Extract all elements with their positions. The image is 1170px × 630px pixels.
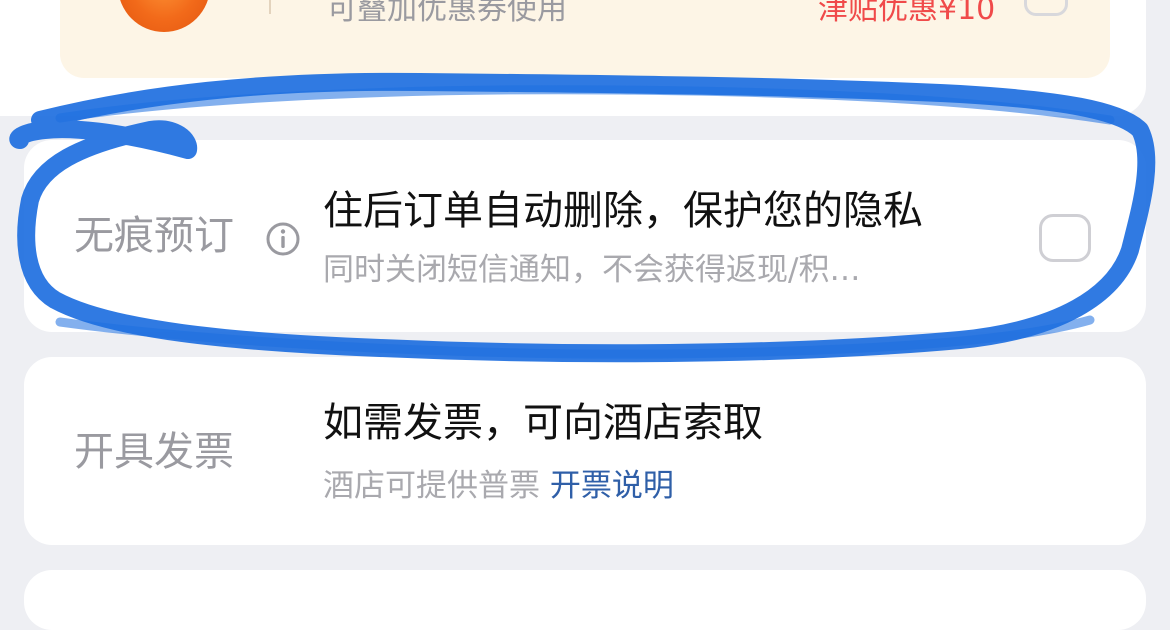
no-trace-checkbox[interactable] <box>1039 214 1091 262</box>
next-section-card <box>24 570 1146 630</box>
promo-checkbox[interactable] <box>1024 0 1068 16</box>
promo-divider <box>269 0 271 14</box>
invoice-subtitle-wrap: 酒店可提供普票 开票说明 <box>323 467 674 505</box>
invoice-label: 开具发票 <box>74 429 234 475</box>
no-trace-title: 住后订单自动删除，保护您的隐私 <box>323 188 923 234</box>
invoice-help-link[interactable]: 开票说明 <box>550 468 674 504</box>
invoice-subtitle: 酒店可提供普票 <box>323 468 540 504</box>
no-trace-label: 无痕预订 <box>74 213 234 259</box>
promo-subtitle: 可叠加优惠券使用 <box>327 0 567 27</box>
invoice-title: 如需发票，可向酒店索取 <box>323 400 763 446</box>
promo-discount: 津贴优惠¥10 <box>818 0 996 27</box>
info-icon[interactable] <box>265 221 301 257</box>
no-trace-subtitle: 同时关闭短信通知，不会获得返现/积… <box>323 252 861 288</box>
